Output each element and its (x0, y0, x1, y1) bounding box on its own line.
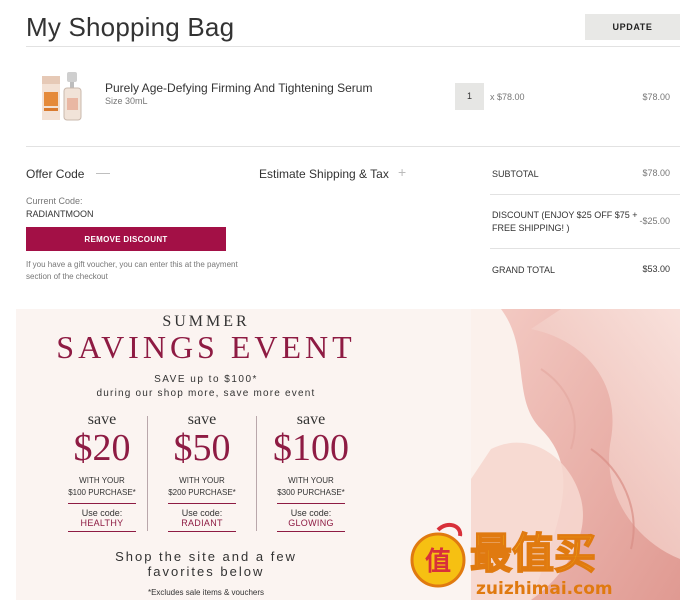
banner-save-up: SAVE up to $100* (154, 374, 258, 385)
header-divider (26, 46, 680, 47)
watermark-badge: 值 (425, 547, 451, 577)
product-thumbnail[interactable] (40, 70, 86, 122)
grand-total-value: $53.00 (642, 264, 670, 274)
page-title: My Shopping Bag (26, 12, 235, 42)
tier-purchase: $100 PURCHASE* (68, 488, 136, 497)
product-size: Size 30mL (105, 96, 148, 106)
tier-amount: $50 (173, 427, 231, 469)
offer-code-title[interactable]: Offer Code (26, 167, 84, 181)
tier-use-code: Use code: (290, 508, 332, 518)
remove-discount-button[interactable]: REMOVE DISCOUNT (26, 227, 226, 251)
tier-code: RADIANT (181, 518, 223, 528)
tier-purchase: $200 PURCHASE* (168, 488, 236, 497)
tier-divider (256, 416, 257, 531)
tier-amount: $20 (73, 427, 131, 469)
watermark-logo: 值 最值买 zuizhimai.com (410, 522, 613, 599)
banner-headline: SAVINGS EVENT (56, 329, 356, 365)
tier-use-code: Use code: (81, 508, 123, 518)
savings-tier: save $50 WITH YOUR $200 PURCHASE* Use co… (150, 411, 254, 532)
banner-during: during our shop more, save more event (96, 388, 316, 399)
current-code-value: RADIANTMOON (26, 209, 94, 219)
banner-shop-line1: Shop the site and a few (115, 549, 297, 564)
tier-code: HEALTHY (80, 518, 124, 528)
tier-rule (68, 531, 136, 532)
product-name[interactable]: Purely Age-Defying Firming And Tightenin… (105, 81, 372, 95)
tier-with: WITH YOUR (288, 476, 334, 485)
subtotal-value: $78.00 (642, 168, 670, 178)
tier-rule (168, 503, 236, 504)
tier-with: WITH YOUR (79, 476, 125, 485)
totals-divider (490, 194, 680, 195)
tier-purchase: $300 PURCHASE* (277, 488, 345, 497)
gift-voucher-note: If you have a gift voucher, you can ente… (26, 260, 238, 281)
watermark-url: zuizhimai.com (476, 579, 613, 599)
banner-shop-line: Shop the site and a few favorites below (16, 549, 396, 579)
update-button[interactable]: UPDATE (585, 14, 680, 40)
tier-rule (277, 531, 345, 532)
line-total: $78.00 (642, 92, 670, 102)
tier-with: WITH YOUR (179, 476, 225, 485)
totals-divider (490, 248, 680, 249)
discount-value: -$25.00 (639, 216, 670, 226)
banner-exclusions: *Excludes sale items & vouchers (147, 588, 265, 597)
tier-divider (147, 416, 148, 531)
tier-rule (68, 503, 136, 504)
savings-tier: save $20 WITH YOUR $100 PURCHASE* Use co… (50, 411, 154, 532)
shipping-expand-toggle[interactable]: + (398, 164, 406, 180)
summer-savings-banner[interactable]: SUMMER SAVINGS EVENT SAVE up to $100* du… (16, 309, 680, 600)
unit-price: x $78.00 (490, 92, 525, 102)
tier-code: GLOWING (288, 518, 334, 528)
item-divider (26, 146, 680, 147)
tier-rule (277, 503, 345, 504)
grand-total-label: GRAND TOTAL (492, 265, 556, 275)
quantity-input[interactable] (455, 83, 484, 110)
offer-collapse-toggle[interactable]: — (96, 164, 110, 180)
tier-amount: $100 (273, 427, 349, 469)
estimate-shipping-title[interactable]: Estimate Shipping & Tax (259, 167, 389, 181)
savings-tier: save $100 WITH YOUR $300 PURCHASE* Use c… (259, 411, 363, 532)
watermark-title: 最值买 (470, 529, 596, 578)
tier-rule (168, 531, 236, 532)
banner-shop-line2: favorites below (147, 564, 265, 579)
subtotal-label: SUBTOTAL (492, 169, 539, 179)
tier-use-code: Use code: (181, 508, 223, 518)
current-code-label: Current Code: (26, 196, 83, 206)
